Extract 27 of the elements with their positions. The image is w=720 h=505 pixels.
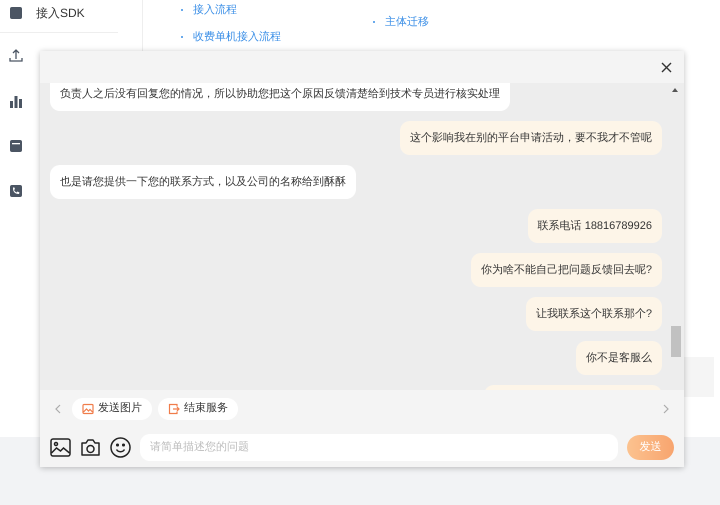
- phone-icon: [9, 184, 23, 198]
- user-message: 联系电话 18816789926: [528, 209, 662, 243]
- upload-icon: [8, 48, 24, 64]
- user-message: 让我联系这个联系那个?: [526, 297, 662, 331]
- wallet-icon: [9, 138, 23, 152]
- scroll-up-icon[interactable]: [672, 88, 678, 92]
- quick-action-button[interactable]: 结束服务: [158, 398, 238, 420]
- emoji-icon[interactable]: [110, 436, 131, 458]
- user-message: 你不是客服么: [576, 341, 662, 375]
- send-button[interactable]: 发送: [627, 434, 674, 460]
- message-input[interactable]: 请简单描述您的问题: [140, 434, 618, 460]
- image-icon[interactable]: [50, 438, 71, 456]
- scrollbar-thumb[interactable]: [671, 326, 681, 357]
- link[interactable]: 收费单机接入流程: [193, 28, 281, 45]
- agent-message: 也是请您提供一下您的联系方式，以及公司的名称给到酥酥: [50, 165, 356, 199]
- image-icon: [82, 402, 94, 414]
- user-message: 你为啥不能自己把问题反馈回去呢?: [470, 253, 662, 287]
- user-message: 这个影响我在别的平台申请活动，要不我才不管呢: [400, 121, 662, 155]
- close-icon[interactable]: [661, 62, 672, 72]
- link[interactable]: 接入流程: [193, 2, 237, 18]
- link[interactable]: 主体迁移: [385, 14, 429, 30]
- quick-action-button[interactable]: 发送图片: [72, 398, 152, 420]
- bar-chart-icon: [9, 94, 23, 108]
- sidebar-item[interactable]: 接入SDK: [36, 4, 85, 22]
- camera-icon[interactable]: [80, 438, 101, 456]
- exit-icon: [168, 402, 180, 414]
- agent-message: 负责人之后没有回复您的情况，所以协助您把这个原因反馈清楚给到技术专员进行核实处理: [50, 83, 510, 111]
